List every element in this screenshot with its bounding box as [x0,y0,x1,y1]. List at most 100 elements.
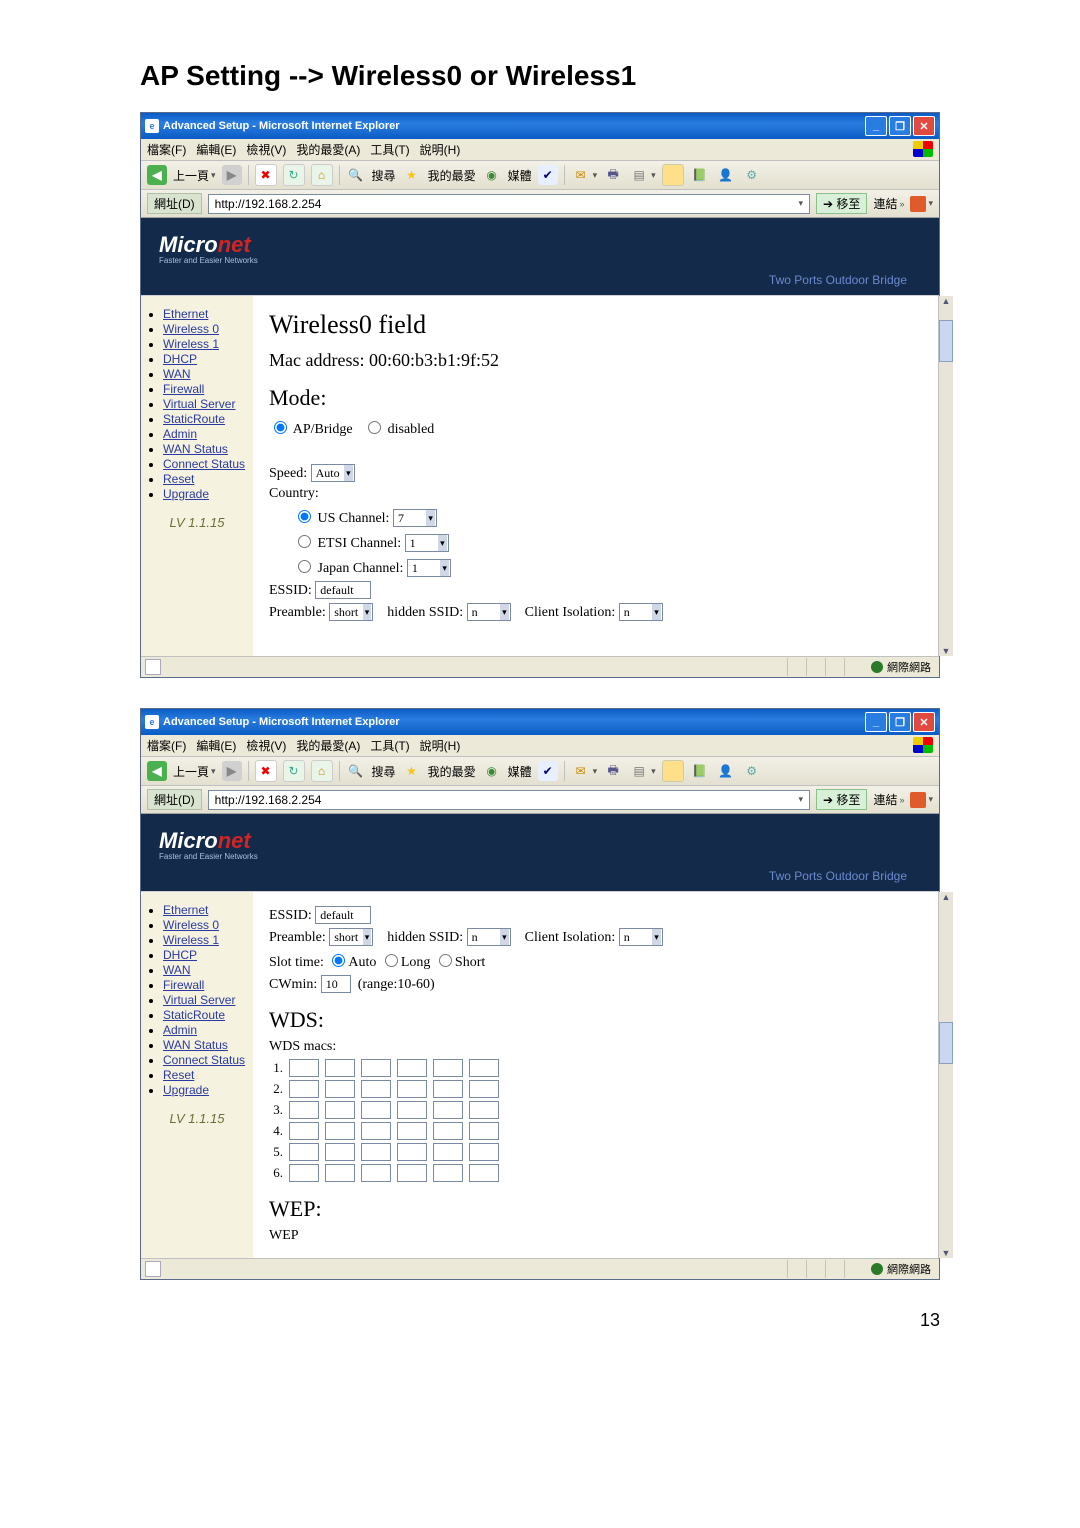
go-button[interactable]: ➔ 移至 [816,193,867,214]
wds-mac-cell[interactable] [469,1101,499,1119]
back-label[interactable]: 上一頁 [173,167,209,184]
wds-mac-cell[interactable] [361,1059,391,1077]
wds-mac-cell[interactable] [325,1101,355,1119]
history-icon[interactable]: ✔ [538,165,558,185]
menu-help[interactable]: 說明(H) [420,737,461,754]
wds-mac-cell[interactable] [325,1059,355,1077]
essid-input[interactable]: default [315,906,371,924]
home-button[interactable]: ⌂ [311,164,333,186]
wds-mac-cell[interactable] [397,1080,427,1098]
sidebar-item-ethernet[interactable]: Ethernet [163,307,208,321]
menu-file[interactable]: 檔案(F) [147,737,186,754]
address-dropdown-icon[interactable]: ▾ [799,198,804,209]
mode-disabled-radio[interactable] [368,421,381,434]
address-dropdown-icon[interactable]: ▾ [799,794,804,805]
search-label[interactable]: 搜尋 [372,763,396,780]
menu-edit[interactable]: 編輯(E) [196,141,236,158]
research-icon[interactable]: 📗 [690,761,710,781]
favorites-icon[interactable]: ★ [402,761,422,781]
extra-icon[interactable]: ⚙ [742,761,762,781]
sidebar-item-wireless0[interactable]: Wireless 0 [163,322,219,336]
favorites-label[interactable]: 我的最愛 [428,763,476,780]
back-button[interactable]: ◀ [147,761,167,781]
menu-view[interactable]: 檢視(V) [246,141,286,158]
wds-mac-cell[interactable] [433,1164,463,1182]
speed-select[interactable]: Auto [311,464,355,482]
scroll-thumb[interactable] [939,1022,953,1064]
wds-mac-cell[interactable] [289,1122,319,1140]
wds-mac-cell[interactable] [469,1122,499,1140]
forward-button[interactable]: ▶ [222,761,242,781]
print-icon[interactable]: 🖶 [603,761,623,781]
scroll-down-icon[interactable]: ▼ [939,646,953,656]
sidebar-item-virtual-server[interactable]: Virtual Server [163,397,235,411]
us-channel-select[interactable]: 7 [393,509,437,527]
refresh-button[interactable]: ↻ [283,760,305,782]
edit-icon[interactable]: ▤ [629,165,649,185]
mail-icon[interactable]: ✉ [571,761,591,781]
essid-input[interactable]: default [315,581,371,599]
wds-mac-cell[interactable] [325,1122,355,1140]
wds-mac-cell[interactable] [397,1101,427,1119]
menu-edit[interactable]: 編輯(E) [196,737,236,754]
wds-mac-cell[interactable] [361,1122,391,1140]
media-icon[interactable]: ◉ [482,165,502,185]
menu-tools[interactable]: 工具(T) [370,141,409,158]
sidebar-item-dhcp[interactable]: DHCP [163,352,197,366]
address-input[interactable]: http://192.168.2.254 ▾ [208,194,810,214]
sidebar-item-wan-status[interactable]: WAN Status [163,1038,228,1052]
mail-icon[interactable]: ✉ [571,165,591,185]
scroll-thumb[interactable] [939,320,953,362]
sidebar-item-admin[interactable]: Admin [163,1023,197,1037]
sidebar-item-reset[interactable]: Reset [163,472,194,486]
scroll-up-icon[interactable]: ▲ [939,892,953,902]
scrollbar[interactable]: ▲ ▼ [938,892,953,1258]
wds-mac-cell[interactable] [469,1059,499,1077]
scrollbar[interactable]: ▲ ▼ [938,296,953,656]
links-button[interactable]: 連結 [873,791,897,808]
slot-short-radio[interactable] [439,954,452,967]
wds-mac-cell[interactable] [469,1164,499,1182]
media-icon[interactable]: ◉ [482,761,502,781]
snagit-icon[interactable] [910,792,926,808]
discuss-icon[interactable] [662,760,684,782]
sidebar-item-wan[interactable]: WAN [163,367,191,381]
wds-mac-cell[interactable] [289,1101,319,1119]
sidebar-item-staticroute[interactable]: StaticRoute [163,412,225,426]
sidebar-item-virtual-server[interactable]: Virtual Server [163,993,235,1007]
wds-mac-cell[interactable] [289,1080,319,1098]
stop-button[interactable]: ✖ [255,760,277,782]
links-button[interactable]: 連結 [873,195,897,212]
search-icon[interactable]: 🔍 [346,761,366,781]
minimize-button[interactable]: _ [865,712,887,732]
wds-mac-cell[interactable] [325,1164,355,1182]
country-us-radio[interactable] [298,510,311,523]
media-label[interactable]: 媒體 [508,167,532,184]
back-label[interactable]: 上一頁 [173,763,209,780]
sidebar-item-wireless0[interactable]: Wireless 0 [163,918,219,932]
favorites-label[interactable]: 我的最愛 [428,167,476,184]
maximize-button[interactable]: ❐ [889,712,911,732]
wds-mac-cell[interactable] [397,1143,427,1161]
preamble-select[interactable]: short [329,928,373,946]
menu-tools[interactable]: 工具(T) [370,737,409,754]
messenger-icon[interactable]: 👤 [716,761,736,781]
country-etsi-radio[interactable] [298,535,311,548]
country-japan-radio[interactable] [298,560,311,573]
wds-mac-cell[interactable] [325,1080,355,1098]
menu-view[interactable]: 檢視(V) [246,737,286,754]
sidebar-item-reset[interactable]: Reset [163,1068,194,1082]
etsi-channel-select[interactable]: 1 [405,534,449,552]
sidebar-item-wireless1[interactable]: Wireless 1 [163,933,219,947]
menu-help[interactable]: 說明(H) [420,141,461,158]
wds-mac-cell[interactable] [289,1143,319,1161]
sidebar-item-wan[interactable]: WAN [163,963,191,977]
sidebar-item-connect-status[interactable]: Connect Status [163,1053,245,1067]
wds-mac-cell[interactable] [433,1122,463,1140]
wds-mac-cell[interactable] [397,1059,427,1077]
wds-mac-cell[interactable] [433,1143,463,1161]
search-icon[interactable]: 🔍 [346,165,366,185]
wds-mac-cell[interactable] [289,1164,319,1182]
wds-mac-cell[interactable] [361,1164,391,1182]
maximize-button[interactable]: ❐ [889,116,911,136]
